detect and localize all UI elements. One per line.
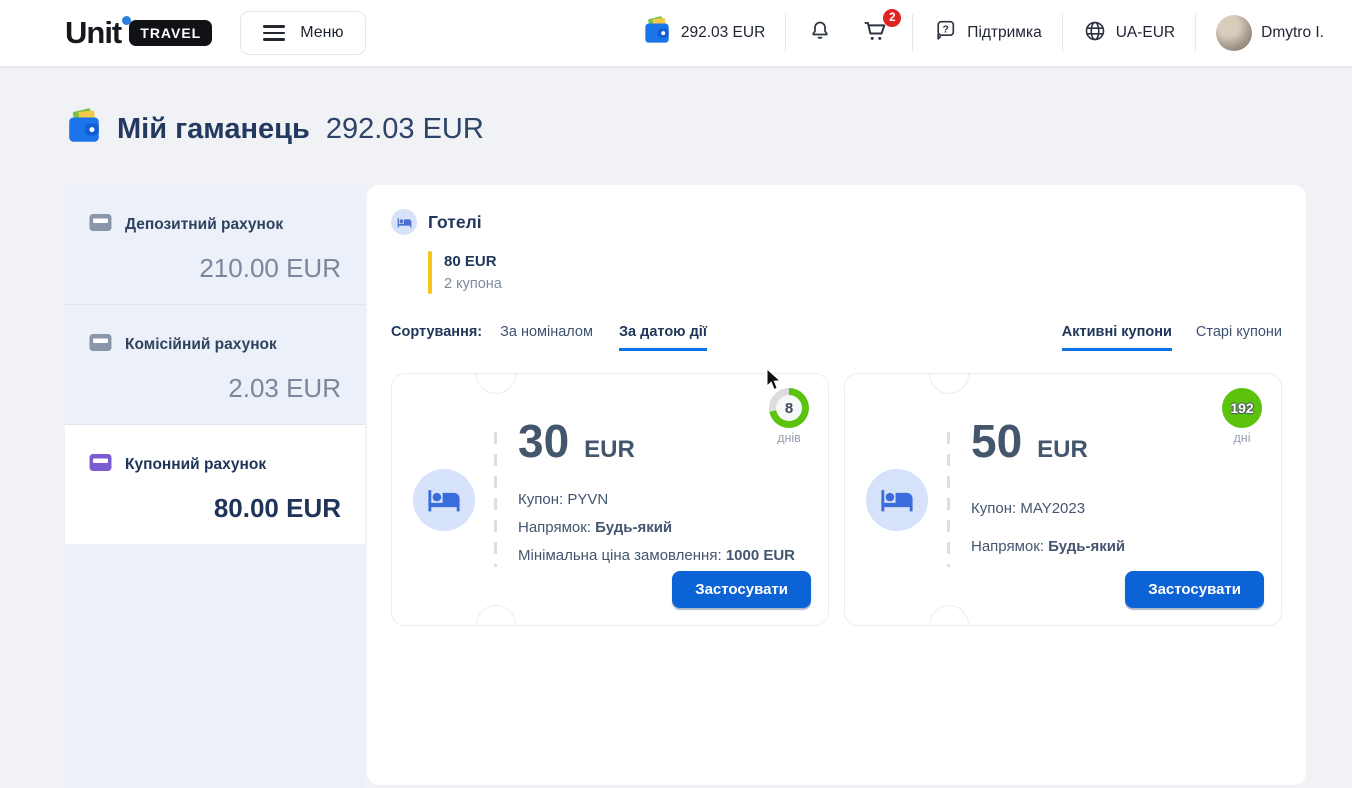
- coupon-cards-row: 30 EUR Купон: PYVN Напрямок: Будь-який М…: [391, 373, 1282, 626]
- sidebar-item-coupon-account[interactable]: Купонний рахунок 80.00 EUR: [65, 425, 365, 544]
- coupon-value: 50: [971, 418, 1022, 464]
- wallet-accounts-sidebar: Депозитний рахунок 210.00 EUR Комісійний…: [65, 185, 365, 788]
- user-menu[interactable]: Dmytro I.: [1216, 15, 1324, 51]
- sort-and-tabs-row: Сортування: За номіналом За датою дії Ак…: [391, 324, 1282, 351]
- category-coupon-count: 2 купона: [444, 276, 502, 292]
- header-wallet-balance[interactable]: 292.03 EUR: [642, 16, 765, 51]
- account-amount: 80.00 EUR: [89, 493, 341, 524]
- notifications-button[interactable]: [806, 17, 834, 50]
- hotel-bed-icon: [413, 469, 475, 531]
- svg-text:?: ?: [943, 24, 949, 35]
- coupon-currency: EUR: [1037, 436, 1088, 464]
- coupon-min-order-line: Мінімальна ціна замовлення: 1000 EUR: [518, 547, 810, 564]
- days-remaining-badge: 8 днів: [766, 388, 812, 445]
- hamburger-icon: [263, 25, 285, 40]
- account-amount: 210.00 EUR: [89, 253, 341, 284]
- account-label: Депозитний рахунок: [125, 216, 283, 234]
- tab-old-coupons[interactable]: Старі купони: [1196, 324, 1282, 351]
- sort-option-by-date[interactable]: За датою дії: [619, 324, 707, 351]
- coupons-panel: Готелі 80 EUR 2 купона Сортування: За но…: [367, 185, 1306, 785]
- days-unit: дні: [1219, 431, 1265, 445]
- ticket-dashed-divider: [947, 432, 950, 567]
- locale-label: UA-EUR: [1116, 24, 1175, 42]
- wallet-icon: [642, 16, 672, 51]
- hotel-bed-icon: [866, 469, 928, 531]
- globe-icon: [1083, 19, 1107, 48]
- hotel-bed-icon: [391, 209, 417, 235]
- days-value: 192: [1229, 395, 1255, 421]
- days-pie-chart: 8: [769, 388, 809, 428]
- sorting-label: Сортування:: [391, 324, 482, 340]
- page-title: Мій гаманець: [117, 113, 310, 146]
- page-title-row: Мій гаманець 292.03 EUR: [65, 108, 1352, 151]
- category-summary: 80 EUR 2 купона: [428, 251, 1282, 294]
- coupon-currency: EUR: [584, 436, 635, 464]
- header-divider: [1195, 14, 1196, 52]
- cart-button[interactable]: 2: [860, 16, 892, 51]
- menu-button-label: Меню: [300, 24, 343, 42]
- cart-count-badge: 2: [883, 9, 901, 27]
- card-icon: [89, 213, 112, 237]
- days-pie-chart: 192: [1222, 388, 1262, 428]
- menu-button[interactable]: Меню: [240, 11, 366, 55]
- brand-logo-badge: TRAVEL: [129, 20, 212, 46]
- apply-coupon-button[interactable]: Застосувати: [672, 571, 811, 608]
- brand-logo[interactable]: Unit TRAVEL: [65, 15, 212, 51]
- sort-option-by-value[interactable]: За номіналом: [500, 324, 593, 348]
- brand-logo-text: Unit: [65, 15, 121, 51]
- coupon-code-line: Купон: PYVN: [518, 491, 810, 508]
- coupon-card: 30 EUR Купон: PYVN Напрямок: Будь-який М…: [391, 373, 829, 626]
- account-label: Купонний рахунок: [125, 456, 266, 474]
- ticket-dashed-divider: [494, 432, 497, 567]
- summary-accent-bar: [428, 251, 432, 294]
- category-title: Готелі: [428, 212, 482, 233]
- account-label: Комісійний рахунок: [125, 336, 277, 354]
- header-divider: [1062, 14, 1063, 52]
- wallet-icon: [65, 108, 103, 151]
- coupon-tabs: Активні купони Старі купони: [1062, 324, 1282, 351]
- header-divider: [912, 14, 913, 52]
- coupon-direction-line: Напрямок: Будь-який: [971, 538, 1263, 555]
- coupon-card: 50 EUR Купон: MAY2023 Напрямок: Будь-яки…: [844, 373, 1282, 626]
- locale-currency-selector[interactable]: UA-EUR: [1083, 19, 1175, 48]
- card-icon: [89, 453, 112, 477]
- bell-icon: [808, 19, 832, 48]
- days-value: 8: [776, 395, 802, 421]
- card-icon: [89, 333, 112, 357]
- coupon-value: 30: [518, 418, 569, 464]
- coupon-code-line: Купон: MAY2023: [971, 500, 1263, 517]
- user-name: Dmytro I.: [1261, 24, 1324, 42]
- header-balance-value: 292.03 EUR: [681, 24, 765, 42]
- tab-active-coupons[interactable]: Активні купони: [1062, 324, 1172, 351]
- days-remaining-badge: 192 дні: [1219, 388, 1265, 445]
- page-title-amount: 292.03 EUR: [326, 113, 484, 146]
- category-header: Готелі: [391, 209, 1282, 235]
- sidebar-item-deposit-account[interactable]: Депозитний рахунок 210.00 EUR: [65, 185, 365, 305]
- sidebar-item-commission-account[interactable]: Комісійний рахунок 2.03 EUR: [65, 305, 365, 425]
- logo-blue-dot: [122, 16, 131, 25]
- user-avatar: [1216, 15, 1252, 51]
- support-button[interactable]: ? Підтримка: [933, 18, 1041, 48]
- coupon-direction-line: Напрямок: Будь-який: [518, 519, 810, 536]
- apply-coupon-button[interactable]: Застосувати: [1125, 571, 1264, 608]
- support-label: Підтримка: [967, 24, 1041, 42]
- category-total: 80 EUR: [444, 253, 502, 270]
- account-amount: 2.03 EUR: [89, 373, 341, 404]
- days-unit: днів: [766, 431, 812, 445]
- top-header: Unit TRAVEL Меню 292.03 EUR: [0, 0, 1352, 66]
- support-chat-icon: ?: [933, 18, 958, 48]
- header-divider: [785, 14, 786, 52]
